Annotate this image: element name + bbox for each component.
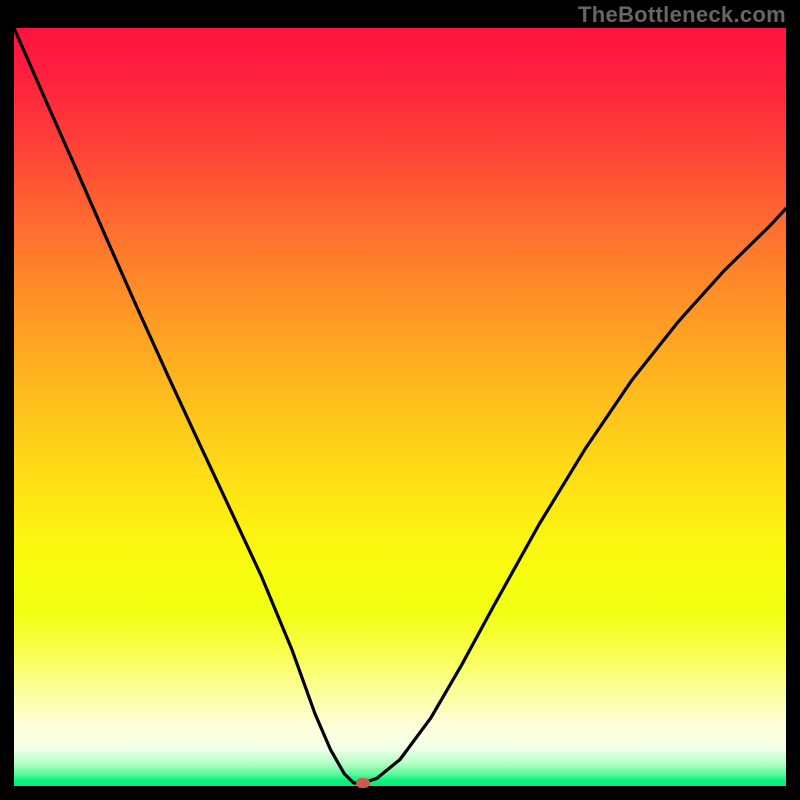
watermark-text: TheBottleneck.com — [578, 2, 786, 28]
curve-path — [14, 28, 786, 783]
bottleneck-curve — [14, 28, 786, 786]
optimum-marker — [356, 778, 370, 788]
chart-frame: TheBottleneck.com — [0, 0, 800, 800]
